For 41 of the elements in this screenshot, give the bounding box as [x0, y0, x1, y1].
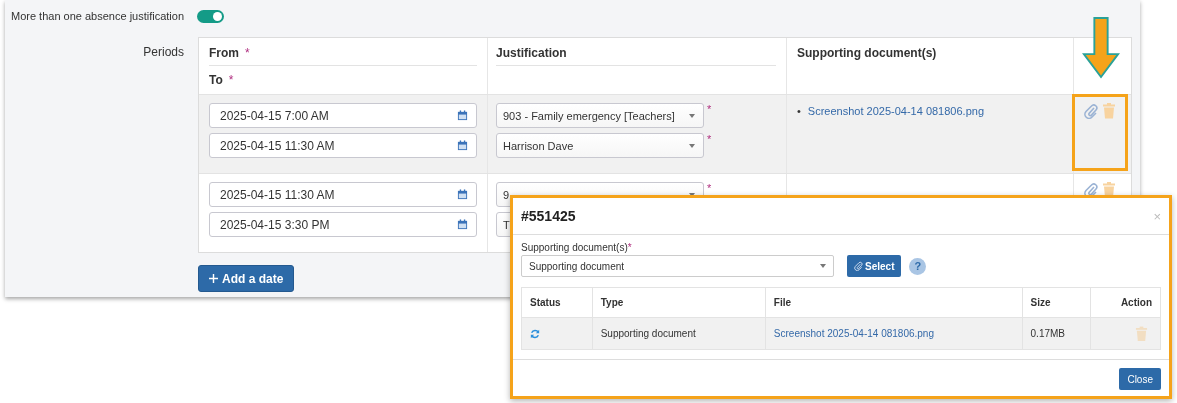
paperclip-icon[interactable] [1084, 103, 1098, 119]
toggle-label: More than one absence justification [10, 10, 186, 22]
trash-icon[interactable] [1102, 103, 1116, 119]
required-mark: * [627, 242, 632, 253]
required-mark: * [228, 73, 234, 87]
refresh-icon [530, 328, 540, 339]
close-button[interactable]: Close [1119, 368, 1161, 390]
column-header: Action [1119, 296, 1153, 310]
date-field[interactable]: 2025-04-15 3:30 PM [209, 212, 477, 237]
calendar-icon [457, 219, 468, 230]
column-header: Supporting document(s) [797, 46, 937, 60]
required-mark: * [707, 133, 712, 147]
column-header: Justification [496, 46, 567, 60]
paperclip-icon [854, 261, 863, 271]
document-type-select[interactable]: Supporting document [521, 255, 834, 277]
required-mark: * [707, 103, 712, 117]
bullet: • [797, 105, 801, 117]
table-cell: Supporting document [592, 318, 766, 349]
column-header: To [209, 73, 223, 87]
paperclip-icon[interactable] [1084, 182, 1098, 198]
required-mark: * [707, 182, 712, 196]
person-select[interactable]: Harrison Dave [496, 133, 704, 158]
dialog-title: #551425 [521, 208, 576, 224]
calendar-icon [457, 110, 468, 121]
justification-select[interactable]: 903 - Family emergency [Teachers] [496, 103, 704, 128]
plus-icon [209, 274, 218, 283]
periods-label: Periods [142, 44, 184, 61]
toggle-switch[interactable] [197, 9, 224, 23]
table-cell: 0.17MB [1022, 318, 1092, 349]
select-button[interactable]: Select [847, 255, 902, 277]
file-link[interactable]: Screenshot 2025-04-14 081806.png [773, 328, 934, 339]
field-label: Supporting document(s) [521, 242, 628, 253]
calendar-icon [457, 140, 468, 151]
date-field[interactable]: 2025-04-15 11:30 AM [209, 133, 477, 158]
column-header: From [209, 46, 239, 60]
add-date-button[interactable]: Add a date [198, 265, 295, 292]
date-field[interactable]: 2025-04-15 11:30 AM [209, 182, 477, 207]
document-link[interactable]: Screenshot 2025-04-14 081806.png [807, 105, 984, 117]
required-mark: * [245, 46, 250, 60]
calendar-icon [457, 189, 468, 200]
date-field[interactable]: 2025-04-15 7:00 AM [209, 103, 477, 128]
